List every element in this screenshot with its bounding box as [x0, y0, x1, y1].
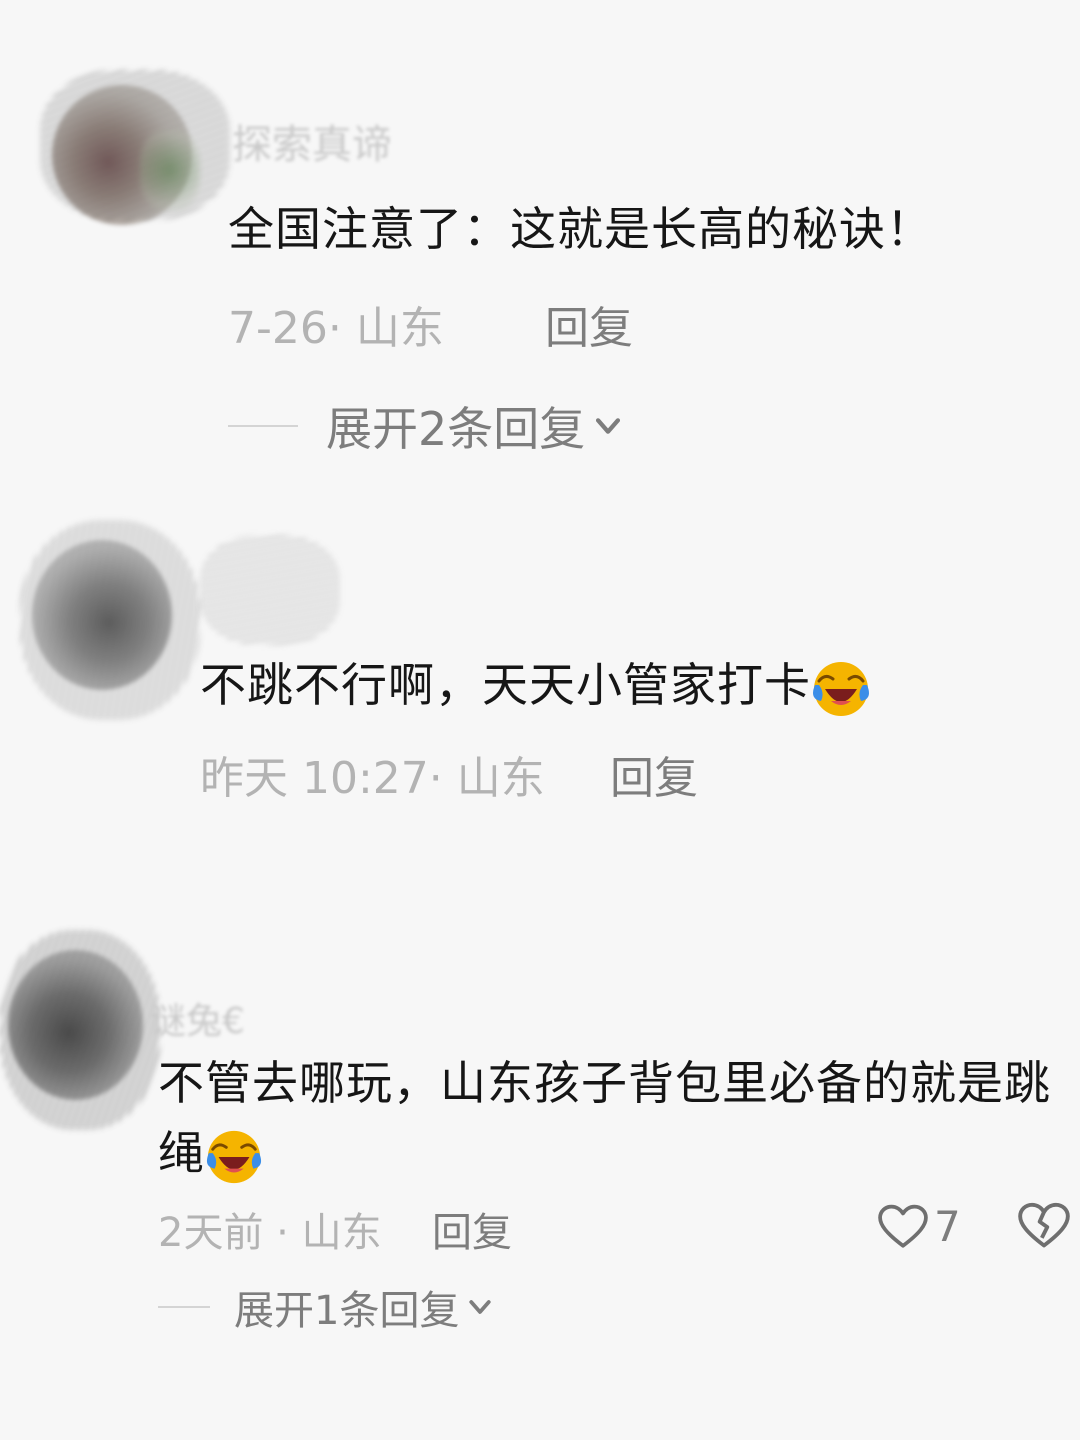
comment-1: 探索真谛 全国注意了：这就是长高的秘诀！ 7-26· 山东 回复 展开2条回复: [0, 0, 1080, 480]
comment-text-line-1: 不管去哪玩，山东孩子背包里必备的就是跳: [158, 1056, 1051, 1110]
comment-meta: 2天前 · 山东: [158, 1200, 382, 1258]
divider-line: [158, 1306, 210, 1308]
broken-heart-icon: [1018, 1202, 1070, 1248]
heart-outline-icon: [878, 1204, 928, 1248]
comment-location: 山东: [355, 303, 444, 354]
comment-date: 昨天 10:27: [200, 753, 429, 804]
comment-meta: 7-26· 山东: [228, 292, 444, 356]
redaction-scribble: [20, 520, 200, 720]
comment-text-line-2: 绳: [158, 1118, 1058, 1188]
expand-replies-label: 展开2条回复: [326, 402, 586, 456]
chevron-down-icon: [596, 418, 621, 434]
comment-text: 不跳不行啊，天天小管家打卡: [200, 650, 1060, 720]
dislike-button[interactable]: [1018, 1202, 1070, 1254]
comment-2: 不跳不行啊，天天小管家打卡 昨天 10:27· 山东 回复: [0, 480, 1080, 900]
reply-button[interactable]: 回复: [432, 1200, 512, 1258]
like-count: 7: [934, 1202, 961, 1251]
expand-replies-button[interactable]: 展开1条回复: [158, 1278, 495, 1336]
divider-line: [228, 425, 298, 427]
laughing-tears-emoji: [206, 1130, 262, 1183]
meta-separator: ·: [263, 1210, 302, 1256]
username[interactable]: 谜兔€: [150, 992, 245, 1044]
reply-button[interactable]: 回复: [545, 292, 633, 356]
comment-text-content: 不跳不行啊，天天小管家打卡: [200, 658, 811, 712]
redaction-scribble: [40, 70, 230, 220]
expand-replies-button[interactable]: 展开2条回复: [228, 393, 625, 459]
meta-separator: ·: [428, 753, 457, 804]
comment-3: 谜兔€ 不管去哪玩，山东孩子背包里必备的就是跳 绳 2天前 · 山东 回复 7 …: [0, 900, 1080, 1440]
comment-location: 山东: [301, 1210, 382, 1256]
redaction-scribble: [200, 535, 340, 645]
username[interactable]: 探索真谛: [232, 112, 392, 170]
comment-meta: 昨天 10:27· 山东: [200, 742, 545, 806]
meta-separator: ·: [327, 303, 356, 354]
like-button[interactable]: 7: [878, 1202, 961, 1251]
comment-date: 2天前: [158, 1210, 264, 1256]
redaction-scribble: [140, 130, 200, 210]
reply-button[interactable]: 回复: [610, 742, 698, 806]
comment-location: 山东: [456, 753, 545, 804]
expand-replies-label: 展开1条回复: [234, 1288, 460, 1334]
redaction-scribble: [0, 930, 160, 1130]
comment-text: 不管去哪玩，山东孩子背包里必备的就是跳 绳: [158, 1048, 1058, 1188]
laughing-tears-emoji: [813, 661, 869, 716]
chevron-down-icon: [469, 1300, 492, 1314]
comment-text: 全国注意了：这就是长高的秘诀！: [228, 202, 933, 256]
comment-date: 7-26: [228, 303, 328, 354]
